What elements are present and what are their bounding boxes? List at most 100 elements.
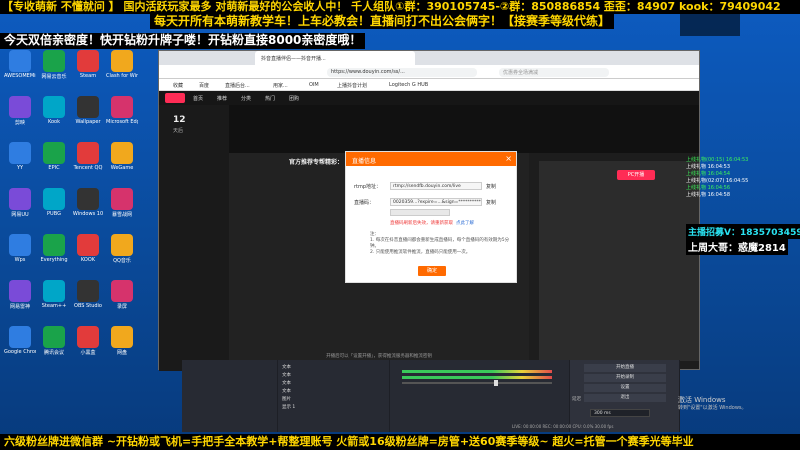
schedule-banner: 每天开所有本萌新教学车！上车必教会！直播间打不出公会俩字！【接赛季等级代练】 (150, 14, 615, 29)
site-menu-item[interactable]: 分类 (241, 95, 251, 102)
app-icon (77, 234, 99, 256)
desktop-icon[interactable]: Wallpaper (72, 96, 104, 136)
site-menu-item[interactable]: 首页 (193, 95, 203, 102)
desktop-icon-label: EPIC (48, 165, 60, 171)
app-icon (43, 326, 65, 348)
desktop-icon[interactable]: 网易UU (4, 188, 36, 228)
app-icon (111, 326, 133, 348)
desktop-icon[interactable]: PUBG (38, 188, 70, 228)
confirm-button[interactable]: 确定 (418, 266, 446, 276)
live-info-modal: 直播信息 × rtmp地址： rtmp://sendfb.douyin.com/… (345, 151, 517, 283)
desktop-icon-label: Steam++ (41, 303, 67, 309)
settings-button[interactable]: 设置 (584, 384, 666, 392)
app-icon (43, 280, 65, 302)
url-field[interactable]: https://www.douyin.com/ss/... (327, 68, 477, 77)
copy-key-button[interactable]: 复制 (486, 199, 496, 206)
close-icon[interactable]: × (505, 154, 512, 163)
modal-notes: 注： 1. 每次在抖音直播间都会重新生成直播码，每个直播码的有效期为5分钟。 2… (370, 232, 510, 256)
delay-input[interactable]: 300 ms (590, 409, 650, 417)
source-item[interactable]: 文本 (282, 364, 291, 370)
desktop-icon[interactable]: 剪映 (4, 96, 36, 136)
bookmark-item[interactable]: Logitech G HUB (389, 82, 428, 88)
start-stream-button[interactable]: 开始直播 (584, 364, 666, 372)
desktop-icon[interactable]: YY (4, 142, 36, 182)
desktop-icon[interactable]: KOOK (72, 234, 104, 274)
desktop-icon[interactable]: Clash for Windows (106, 50, 138, 90)
site-logo[interactable] (165, 93, 185, 103)
note-line: 2. 只能使用推流软件推流，直播码只能使用一次。 (370, 250, 471, 255)
desktop-icon-label: Everything (40, 257, 68, 263)
desktop-icon[interactable]: AWESOMEMiner (4, 50, 36, 90)
bookmark-item[interactable]: 收藏 (173, 82, 183, 89)
desktop-icon[interactable]: 网盘 (106, 326, 138, 366)
address-bar: https://www.douyin.com/ss/... 优惠券全场满减 (159, 65, 699, 79)
key-input[interactable]: 0020359...?expire=...&sign=*********** (390, 198, 482, 206)
desktop-icon[interactable]: OBS Studio (72, 280, 104, 320)
desktop-icon[interactable]: 暴雪战网 (106, 188, 138, 228)
app-icon (43, 96, 65, 118)
desktop-icon-label: Kook (47, 119, 61, 125)
app-icon (77, 142, 99, 164)
pc-broadcast-button[interactable]: PC开播 (617, 170, 655, 180)
desktop-icon-label: Tencent QQ (73, 165, 103, 171)
toolbar-strip (229, 105, 699, 153)
server-input[interactable]: rtmp://sendfb.douyin.com/live (390, 182, 482, 190)
desktop-icon[interactable]: 录屏 (106, 280, 138, 320)
server-label: rtmp地址： (354, 184, 382, 190)
bookmark-item[interactable]: OIM (309, 82, 319, 88)
desktop-icon[interactable]: QQ音乐 (106, 234, 138, 274)
app-icon (77, 326, 99, 348)
desktop-icon[interactable]: Steam++ (38, 280, 70, 320)
desktop-icon[interactable]: Google Chrome (4, 326, 36, 366)
source-item[interactable]: 文本 (282, 372, 291, 378)
desktop-icon[interactable]: 小黑盒 (72, 326, 104, 366)
controls-panel: 开始直播 开始录制 设置 退出 (570, 360, 680, 432)
warning-text: 直播码刷新后失效，请重新获取 (390, 221, 453, 226)
app-icon (111, 188, 133, 210)
app-icon (111, 234, 133, 256)
key-dropdown[interactable] (390, 209, 450, 216)
help-link[interactable]: 点此了解 (456, 220, 474, 226)
source-item[interactable]: 文本 (282, 380, 291, 386)
desktop-icon[interactable]: Windows 10 (72, 188, 104, 228)
desktop-icon[interactable]: 腾讯会议 (38, 326, 70, 366)
modal-title: 直播信息 (352, 158, 377, 165)
desktop-icon[interactable]: EPIC (38, 142, 70, 182)
source-item[interactable]: 显示 1 (282, 404, 295, 410)
desktop-icon[interactable]: Steam (72, 50, 104, 90)
bookmark-item[interactable]: 直播后台... (225, 82, 250, 89)
volume-slider-handle[interactable] (494, 380, 498, 386)
browser-tab[interactable]: 抖音直播伴侣——抖音开播... (255, 51, 415, 65)
desktop-icon[interactable]: WeGame (106, 142, 138, 182)
status-bar: LIVE: 00:00:00 REC: 00:00:00 CPU: 0.0% 3… (512, 424, 614, 429)
desktop-icon[interactable]: 网易雷神 (4, 280, 36, 320)
desktop-icon[interactable]: Tencent QQ (72, 142, 104, 182)
desktop-icon[interactable]: Microsoft Edge (106, 96, 138, 136)
desktop-icon-label: YY (16, 165, 24, 171)
bookmark-item[interactable]: 百度 (199, 82, 209, 89)
bookmark-item[interactable]: 上播抖音计划 (337, 82, 367, 89)
desktop-icon[interactable]: Kook (38, 96, 70, 136)
app-icon (77, 280, 99, 302)
site-menu-item[interactable]: 热门 (265, 95, 275, 102)
source-item[interactable]: 图片 (282, 396, 291, 402)
start-record-button[interactable]: 开始录制 (584, 374, 666, 382)
sources-panel (278, 360, 390, 432)
bottom-ticker: 六级粉丝牌进微信群 ~开钻粉或飞机=手把手全本教学+帮整理账号 火箭或16级粉丝… (0, 434, 800, 450)
desktop-icon[interactable]: Everything (38, 234, 70, 274)
desktop-icon-label: AWESOMEMiner (4, 73, 36, 79)
exit-button[interactable]: 退出 (584, 394, 666, 402)
app-icon (77, 50, 99, 72)
source-item[interactable]: 文本 (282, 388, 291, 394)
desktop-icon[interactable]: Wps (4, 234, 36, 274)
site-menu-item[interactable]: 团购 (289, 95, 299, 102)
copy-server-button[interactable]: 复制 (486, 183, 496, 190)
volume-slider[interactable] (402, 382, 552, 384)
bookmark-item[interactable]: 用家... (273, 82, 288, 89)
app-icon (111, 142, 133, 164)
site-menu-item[interactable]: 推荐 (217, 95, 227, 102)
desktop-icon[interactable]: 网易云音乐 (38, 50, 70, 90)
browser-search-field[interactable]: 优惠券全场满减 (499, 68, 609, 77)
desktop-icon-label: 剪映 (14, 120, 25, 126)
audio-meter (402, 376, 552, 379)
